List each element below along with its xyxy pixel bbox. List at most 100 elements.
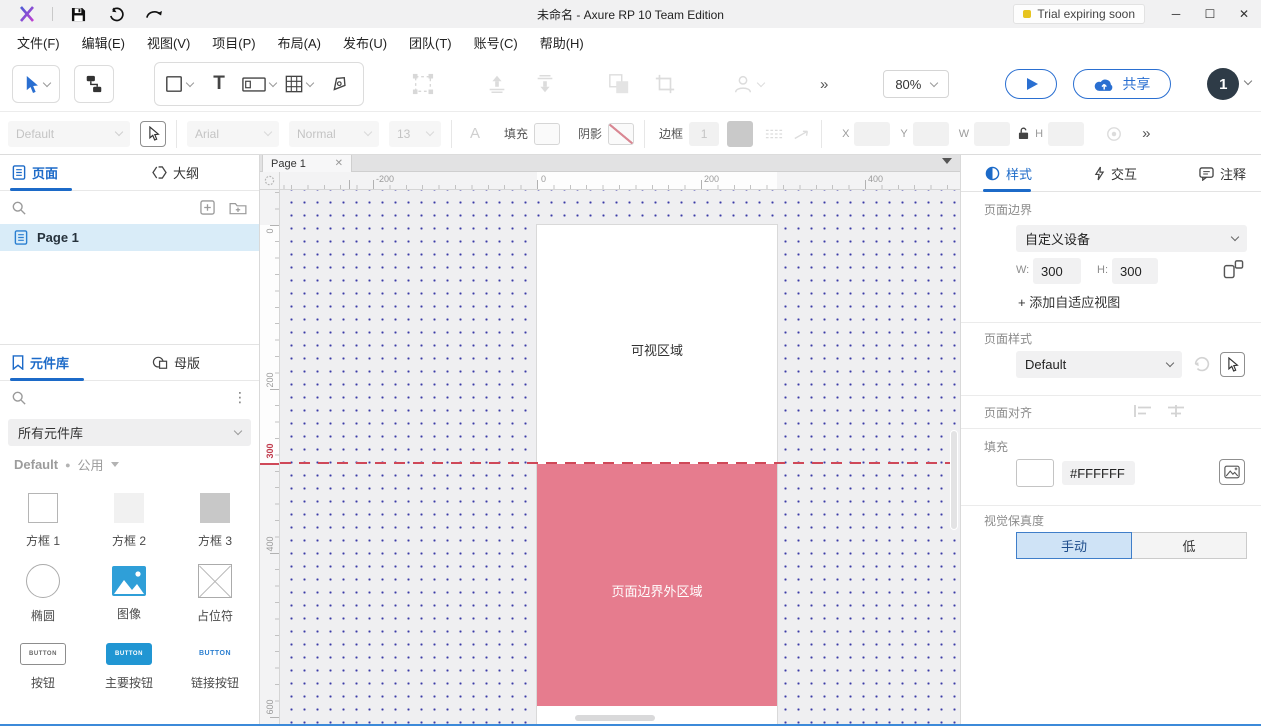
tab-close-icon[interactable]: ✕: [335, 158, 343, 169]
menu-file[interactable]: 文件(F): [6, 28, 71, 57]
tab-interaction[interactable]: 交互: [1094, 155, 1137, 192]
font-color-button[interactable]: A: [470, 125, 480, 142]
toolbar-overflow-chevron[interactable]: »: [820, 76, 829, 93]
table-tool-button[interactable]: [279, 65, 319, 103]
library-section-header[interactable]: Default ● 公用: [0, 446, 259, 476]
y-input[interactable]: [913, 122, 949, 146]
menu-edit[interactable]: 编辑(E): [71, 28, 136, 57]
pen-tool-button[interactable]: [319, 65, 359, 103]
divider: [821, 120, 822, 148]
menu-publish[interactable]: 发布(U): [332, 28, 398, 57]
menu-team[interactable]: 团队(T): [398, 28, 463, 57]
page-style-select[interactable]: Default: [1016, 351, 1182, 378]
menu-account[interactable]: 账号(C): [463, 28, 529, 57]
tab-notes[interactable]: 注释: [1199, 155, 1246, 192]
maximize-button[interactable]: ☐: [1193, 0, 1227, 28]
widget-item[interactable]: BUTTON按钮: [0, 630, 86, 703]
widget-item[interactable]: 占位符: [172, 557, 258, 630]
canvas-tab-page1[interactable]: Page 1 ✕: [262, 155, 352, 172]
select-tool-button[interactable]: [12, 65, 60, 103]
page-list-item[interactable]: Page 1: [0, 224, 259, 251]
formatbar-overflow-chevron[interactable]: »: [1142, 125, 1150, 142]
add-folder-icon[interactable]: [229, 201, 247, 215]
library-select[interactable]: 所有元件库: [8, 419, 251, 446]
border-width-input[interactable]: [689, 122, 719, 146]
w-label: W: [959, 128, 969, 140]
shadow-swatch[interactable]: [608, 123, 634, 145]
horizontal-scrollbar[interactable]: [575, 715, 655, 721]
add-page-icon[interactable]: [200, 200, 215, 215]
tab-widget-library[interactable]: 元件库: [12, 353, 69, 372]
widget-item[interactable]: 椭圆: [0, 557, 86, 630]
widget-item[interactable]: 方框 3: [172, 484, 258, 557]
rectangle-tool-button[interactable]: [159, 65, 199, 103]
design-canvas[interactable]: 可视区域 页面边界外区域: [280, 190, 960, 726]
widget-item[interactable]: 图像: [86, 557, 172, 630]
titlebar-divider: [52, 7, 53, 21]
style-picker-button[interactable]: [1220, 352, 1245, 377]
table-icon: [285, 75, 303, 93]
widget-item[interactable]: H3: [172, 703, 258, 726]
widget-item[interactable]: H1: [0, 703, 86, 726]
chevron-down-icon: [1231, 233, 1239, 241]
rotate-device-icon[interactable]: [1223, 258, 1244, 279]
avatar-chevron-icon[interactable]: [1244, 77, 1252, 85]
font-family-select[interactable]: Arial: [187, 121, 279, 147]
reset-style-ghost-icon: [1192, 354, 1212, 374]
vertical-scrollbar[interactable]: [950, 430, 958, 530]
inputbox-tool-button[interactable]: [239, 65, 279, 103]
kebab-menu-icon[interactable]: ⋮: [233, 389, 247, 406]
page-width-input[interactable]: [1033, 258, 1081, 284]
preview-button[interactable]: [1005, 69, 1057, 99]
tab-pages[interactable]: 页面: [12, 163, 58, 182]
tab-list-dropdown-icon[interactable]: [942, 158, 952, 164]
undo-icon[interactable]: [101, 3, 131, 25]
device-select[interactable]: 自定义设备: [1016, 225, 1247, 252]
menu-help[interactable]: 帮助(H): [529, 28, 595, 57]
tab-style[interactable]: 样式: [985, 155, 1032, 192]
widget-item[interactable]: H2: [86, 703, 172, 726]
tab-masters[interactable]: 母版: [152, 353, 200, 372]
page-item-label: Page 1: [37, 230, 79, 245]
fill-image-button[interactable]: [1219, 459, 1245, 485]
border-color-swatch[interactable]: [727, 121, 753, 147]
x-input[interactable]: [854, 122, 890, 146]
page-height-input[interactable]: [1112, 258, 1158, 284]
font-size-select[interactable]: 13: [389, 121, 441, 147]
tab-outline[interactable]: 大纲: [152, 163, 199, 182]
h-input[interactable]: [1048, 122, 1084, 146]
widget-item[interactable]: BUTTON主要按钮: [86, 630, 172, 703]
menu-arrange[interactable]: 布局(A): [267, 28, 332, 57]
add-adaptive-view-link[interactable]: + 添加自适应视图: [1018, 292, 1120, 311]
trial-badge[interactable]: Trial expiring soon: [1013, 4, 1145, 24]
style-picker-button[interactable]: [140, 121, 166, 147]
widget-item[interactable]: 方框 1: [0, 484, 86, 557]
share-button[interactable]: 共享: [1073, 69, 1171, 99]
fill-color-swatch[interactable]: [1016, 459, 1054, 487]
widget-item[interactable]: 方框 2: [86, 484, 172, 557]
fill-hex-field[interactable]: #FFFFFF: [1062, 461, 1135, 485]
w-input[interactable]: [974, 122, 1010, 146]
fidelity-low-button[interactable]: 低: [1132, 532, 1247, 559]
horizontal-ruler[interactable]: -200 0 200 400: [280, 172, 960, 190]
font-weight-select[interactable]: Normal: [289, 121, 379, 147]
minimize-button[interactable]: ─: [1159, 0, 1193, 28]
menu-view[interactable]: 视图(V): [136, 28, 201, 57]
redo-icon[interactable]: [139, 3, 169, 25]
text-tool-button[interactable]: T: [199, 65, 239, 103]
avatar[interactable]: 1: [1207, 68, 1239, 100]
save-icon[interactable]: [63, 3, 93, 25]
menu-project[interactable]: 项目(P): [201, 28, 266, 57]
fill-swatch[interactable]: [534, 123, 560, 145]
vertical-ruler[interactable]: 0 200 300 400 600: [260, 190, 280, 726]
zoom-select[interactable]: 80%: [883, 70, 949, 98]
close-button[interactable]: ✕: [1227, 0, 1261, 28]
lock-ratio-icon[interactable]: [1018, 127, 1029, 140]
widget-style-select[interactable]: Default: [8, 121, 130, 147]
fidelity-manual-button[interactable]: 手动: [1016, 532, 1132, 559]
search-icon[interactable]: [12, 391, 26, 405]
widget-item[interactable]: BUTTON链接按钮: [172, 630, 258, 703]
ruler-corner[interactable]: [260, 172, 280, 190]
search-icon[interactable]: [12, 201, 26, 215]
connector-tool-button[interactable]: [74, 65, 114, 103]
